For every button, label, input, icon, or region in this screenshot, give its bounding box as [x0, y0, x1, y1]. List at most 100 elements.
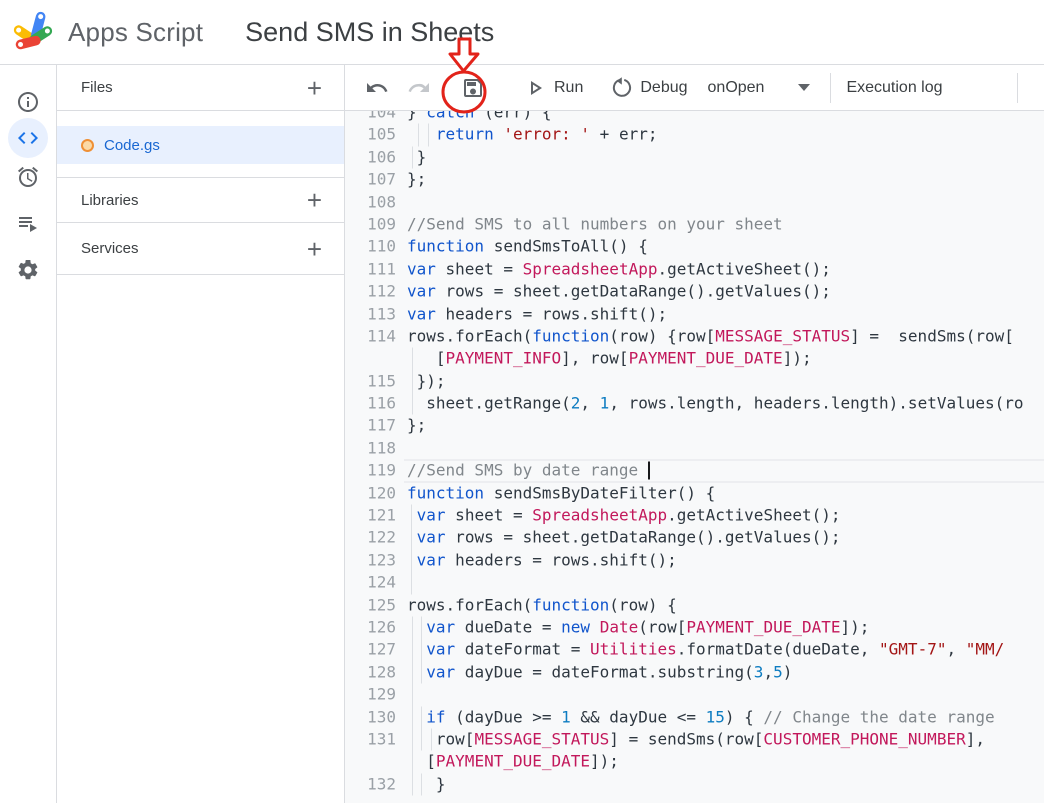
code-line: 130 if (dayDue >= 1 && dayDue <= 15) { /…: [345, 706, 1044, 728]
code-line: 120function sendSmsByDateFilter() {: [345, 482, 1044, 504]
line-number: [345, 348, 404, 370]
files-panel: Files + Code.gs Libraries + Services +: [57, 65, 345, 803]
line-number: 105: [345, 124, 404, 146]
play-icon: [523, 76, 547, 100]
code-line: 110function sendSmsToAll() {: [345, 236, 1044, 258]
line-number: 123: [345, 549, 404, 571]
project-title[interactable]: Send SMS in Sheets: [245, 17, 494, 48]
libraries-label: Libraries: [81, 192, 139, 209]
code-editor[interactable]: 104} catch (err) {105 return 'error: ' +…: [345, 111, 1044, 803]
libraries-section: Libraries +: [57, 177, 344, 223]
code-line: 121 var sheet = SpreadsheetApp.getActive…: [345, 505, 1044, 527]
executions-list-play-icon[interactable]: [8, 203, 48, 243]
code-line: 119//Send SMS by date range: [345, 460, 1044, 482]
unsaved-changes-dot-icon: [81, 139, 94, 152]
toolbar-divider: [830, 73, 831, 103]
code-line: 111var sheet = SpreadsheetApp.getActiveS…: [345, 258, 1044, 280]
line-number: 128: [345, 661, 404, 683]
code-line: [PAYMENT_DUE_DATE]);: [345, 751, 1044, 773]
code-line: 104} catch (err) {: [345, 111, 1044, 124]
line-number: 112: [345, 281, 404, 303]
triggers-alarm-clock-icon[interactable]: [8, 157, 48, 197]
services-label: Services: [81, 240, 139, 257]
line-number: 118: [345, 437, 404, 459]
redo-icon[interactable]: [405, 74, 433, 102]
line-number: 130: [345, 706, 404, 728]
editor-column: Run Debug onOpen Execution log: [345, 65, 1044, 803]
app-header: Apps Script Send SMS in Sheets: [0, 0, 1044, 65]
files-label: Files: [81, 79, 113, 96]
line-number: 113: [345, 303, 404, 325]
code-line: 112var rows = sheet.getDataRange().getVa…: [345, 281, 1044, 303]
code-line: 105 return 'error: ' + err;: [345, 124, 1044, 146]
line-number: 125: [345, 594, 404, 616]
debug-button[interactable]: Debug: [607, 74, 689, 102]
line-number: 116: [345, 393, 404, 415]
line-number: 126: [345, 616, 404, 638]
add-file-plus-icon[interactable]: +: [305, 75, 324, 101]
left-nav-rail: [0, 65, 57, 803]
code-line: 114rows.forEach(function(row) {row[MESSA…: [345, 325, 1044, 347]
code-line: 129: [345, 684, 1044, 706]
code-line: 131 row[MESSAGE_STATUS] = sendSms(row[CU…: [345, 728, 1044, 750]
text-cursor: [648, 462, 650, 480]
editor-code-icon[interactable]: [8, 118, 48, 158]
code-line: 118: [345, 437, 1044, 459]
line-number: 129: [345, 684, 404, 706]
line-number: 119: [345, 460, 404, 482]
code-line: 108: [345, 191, 1044, 213]
save-icon[interactable]: [459, 74, 487, 102]
line-number: 110: [345, 236, 404, 258]
line-number: 131: [345, 728, 404, 750]
files-panel-header: Files +: [57, 65, 344, 111]
add-library-plus-icon[interactable]: +: [305, 187, 324, 213]
code-line: 116 sheet.getRange(2, 1, rows.length, he…: [345, 393, 1044, 415]
line-number: 107: [345, 169, 404, 191]
line-number: 120: [345, 482, 404, 504]
line-number: 115: [345, 370, 404, 392]
code-line: 125rows.forEach(function(row) {: [345, 594, 1044, 616]
toolbar-divider: [1017, 73, 1018, 103]
code-line: 132 }: [345, 773, 1044, 795]
function-select[interactable]: onOpen: [706, 77, 767, 99]
line-number: 122: [345, 527, 404, 549]
overview-info-icon[interactable]: [8, 82, 48, 122]
function-dropdown-caret-icon[interactable]: [796, 82, 812, 93]
line-number: 121: [345, 505, 404, 527]
line-number: [345, 751, 404, 773]
undo-icon[interactable]: [363, 74, 391, 102]
run-button[interactable]: Run: [521, 74, 585, 102]
line-number: 106: [345, 146, 404, 168]
code-line: 106 }: [345, 146, 1044, 168]
code-content: 104} catch (err) {105 return 'error: ' +…: [345, 111, 1044, 796]
apps-script-window: Apps Script Send SMS in Sheets Fi: [0, 0, 1044, 803]
line-number: 104: [345, 111, 404, 124]
line-number: 117: [345, 415, 404, 437]
code-line: 122 var rows = sheet.getDataRange().getV…: [345, 527, 1044, 549]
code-line: 107};: [345, 169, 1044, 191]
line-number: 109: [345, 213, 404, 235]
debug-icon: [609, 76, 633, 100]
line-number: 127: [345, 639, 404, 661]
code-line: 109//Send SMS to all numbers on your she…: [345, 213, 1044, 235]
settings-gear-icon[interactable]: [8, 250, 48, 290]
code-line: 126 var dueDate = new Date(row[PAYMENT_D…: [345, 616, 1044, 638]
add-service-plus-icon[interactable]: +: [305, 236, 324, 262]
code-line: [PAYMENT_INFO], row[PAYMENT_DUE_DATE]);: [345, 348, 1044, 370]
code-line: 115 });: [345, 370, 1044, 392]
code-line: 113var headers = rows.shift();: [345, 303, 1044, 325]
code-line: 124: [345, 572, 1044, 594]
line-number: 132: [345, 773, 404, 795]
brand-name[interactable]: Apps Script: [68, 17, 203, 48]
line-number: 124: [345, 572, 404, 594]
line-number: 114: [345, 325, 404, 347]
execution-log-button[interactable]: Execution log: [844, 77, 944, 99]
apps-script-logo-icon[interactable]: [10, 9, 56, 55]
line-number: 108: [345, 191, 404, 213]
code-line: 127 var dateFormat = Utilities.formatDat…: [345, 639, 1044, 661]
code-line: 128 var dayDue = dateFormat.substring(3,…: [345, 661, 1044, 683]
code-line: 117};: [345, 415, 1044, 437]
file-item-code-gs[interactable]: Code.gs: [57, 126, 344, 164]
file-name: Code.gs: [104, 137, 160, 154]
editor-toolbar: Run Debug onOpen Execution log: [345, 65, 1044, 111]
